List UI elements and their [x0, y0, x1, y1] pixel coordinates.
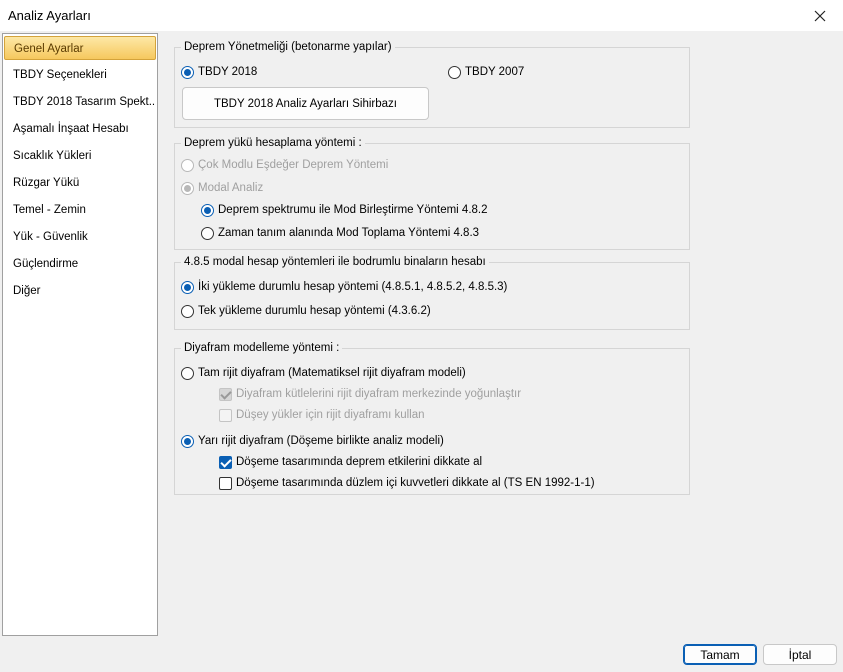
tbdy2018-label: TBDY 2018 — [198, 66, 258, 78]
tbdy2018-radio-option[interactable]: TBDY 2018 — [181, 64, 257, 80]
sidebar-item-yuk-guvenlik[interactable]: Yük - Güvenlik — [4, 225, 156, 249]
settings-sidebar: Genel Ayarlar TBDY Seçenekleri TBDY 2018… — [2, 33, 158, 636]
slab-seismic-option[interactable]: Döşeme tasarımında deprem etkilerini dik… — [219, 454, 482, 470]
time-history-method-option[interactable]: Zaman tanım alanında Mod Toplama Yöntemi… — [201, 225, 479, 241]
spectrum-method-option[interactable]: Deprem spektrumu ile Mod Birleştirme Yön… — [201, 202, 488, 218]
rigid-diaphragm-label: Tam rijit diyafram (Matematiksel rijit d… — [198, 367, 466, 379]
spectrum-method-label: Deprem spektrumu ile Mod Birleştirme Yön… — [218, 204, 488, 216]
equivalent-method-label: Çok Modlu Eşdeğer Deprem Yöntemi — [198, 159, 389, 171]
slab-seismic-checkbox[interactable] — [219, 455, 232, 469]
basement-group-title: 4.8.5 modal hesap yöntemleri ile bodruml… — [181, 255, 489, 269]
rigid-vertical-checkbox[interactable] — [219, 408, 232, 422]
time-history-method-label: Zaman tanım alanında Mod Toplama Yöntemi… — [218, 227, 480, 239]
two-case-method-radio[interactable] — [181, 280, 194, 294]
basement-group: 4.8.5 modal hesap yöntemleri ile bodruml… — [174, 255, 690, 330]
rigid-diaphragm-radio[interactable] — [181, 366, 194, 380]
tbdy2007-label: TBDY 2007 — [465, 66, 525, 78]
one-case-method-label: Tek yükleme durumlu hesap yöntemi (4.3.6… — [198, 305, 431, 317]
rigid-vertical-option[interactable]: Düşey yükler için rijit diyaframı kullan — [219, 407, 425, 423]
window-title: Analiz Ayarları — [8, 8, 91, 23]
slab-seismic-label: Döşeme tasarımında deprem etkilerini dik… — [236, 456, 483, 468]
slab-inplane-option[interactable]: Döşeme tasarımında düzlem içi kuvvetleri… — [219, 475, 595, 491]
modal-analysis-label: Modal Analiz — [198, 182, 264, 194]
load-method-group-title: Deprem yükü hesaplama yöntemi : — [181, 136, 365, 150]
sidebar-item-tbdy-secenekleri[interactable]: TBDY Seçenekleri — [4, 63, 156, 87]
analysis-wizard-button[interactable]: TBDY 2018 Analiz Ayarları Sihirbazı — [182, 87, 429, 120]
sidebar-item-temel-zemin[interactable]: Temel - Zemin — [4, 198, 156, 222]
sidebar-item-genel-ayarlar[interactable]: Genel Ayarlar — [4, 36, 156, 60]
time-history-method-radio[interactable] — [201, 226, 214, 240]
title-bar: Analiz Ayarları — [0, 0, 843, 31]
one-case-method-radio[interactable] — [181, 304, 194, 318]
sidebar-item-asamali-insaat[interactable]: Aşamalı İnşaat Hesabı — [4, 117, 156, 141]
regulation-group-title: Deprem Yönetmeliği (betonarme yapılar) — [181, 40, 395, 54]
close-icon — [814, 10, 826, 21]
equivalent-method-radio[interactable] — [181, 158, 194, 172]
two-case-method-option[interactable]: İki yükleme durumlu hesap yöntemi (4.8.5… — [181, 279, 507, 295]
modal-analysis-option[interactable]: Modal Analiz — [181, 180, 263, 196]
rigid-mass-option[interactable]: Diyafram kütlelerini rijit diyafram merk… — [219, 386, 521, 402]
equivalent-method-option[interactable]: Çok Modlu Eşdeğer Deprem Yöntemi — [181, 157, 388, 173]
sidebar-item-guclendirme[interactable]: Güçlendirme — [4, 252, 156, 276]
semi-rigid-diaphragm-label: Yarı rijit diyafram (Döşeme birlikte ana… — [198, 435, 444, 447]
diaphragm-group: Diyafram modelleme yöntemi : Tam rijit d… — [174, 341, 690, 495]
diaphragm-group-title: Diyafram modelleme yöntemi : — [181, 341, 343, 355]
close-button[interactable] — [797, 0, 843, 31]
cancel-button[interactable]: İptal — [763, 644, 837, 665]
modal-analysis-radio[interactable] — [181, 181, 194, 195]
sidebar-item-tbdy-2018-spektrum[interactable]: TBDY 2018 Tasarım Spekt... — [4, 90, 156, 114]
sidebar-item-sicaklik-yukleri[interactable]: Sıcaklık Yükleri — [4, 144, 156, 168]
two-case-method-label: İki yükleme durumlu hesap yöntemi (4.8.5… — [198, 281, 508, 293]
rigid-vertical-label: Düşey yükler için rijit diyaframı kullan — [236, 409, 425, 421]
ok-button[interactable]: Tamam — [683, 644, 757, 665]
one-case-method-option[interactable]: Tek yükleme durumlu hesap yöntemi (4.3.6… — [181, 303, 431, 319]
tbdy2018-radio[interactable] — [181, 65, 194, 79]
tbdy2007-radio[interactable] — [448, 65, 461, 79]
sidebar-item-ruzgar-yuku[interactable]: Rüzgar Yükü — [4, 171, 156, 195]
tbdy2007-radio-option[interactable]: TBDY 2007 — [448, 64, 524, 80]
slab-inplane-label: Döşeme tasarımında düzlem içi kuvvetleri… — [236, 477, 595, 489]
semi-rigid-diaphragm-option[interactable]: Yarı rijit diyafram (Döşeme birlikte ana… — [181, 433, 444, 449]
rigid-mass-checkbox[interactable] — [219, 387, 232, 401]
semi-rigid-diaphragm-radio[interactable] — [181, 434, 194, 448]
spectrum-method-radio[interactable] — [201, 203, 214, 217]
sidebar-item-diger[interactable]: Diğer — [4, 279, 156, 303]
load-method-group: Deprem yükü hesaplama yöntemi : Çok Modl… — [174, 136, 690, 250]
settings-content: Deprem Yönetmeliği (betonarme yapılar) T… — [158, 33, 843, 636]
regulation-group: Deprem Yönetmeliği (betonarme yapılar) T… — [174, 40, 690, 128]
rigid-mass-label: Diyafram kütlelerini rijit diyafram merk… — [236, 388, 522, 400]
slab-inplane-checkbox[interactable] — [219, 476, 232, 490]
rigid-diaphragm-option[interactable]: Tam rijit diyafram (Matematiksel rijit d… — [181, 365, 466, 381]
